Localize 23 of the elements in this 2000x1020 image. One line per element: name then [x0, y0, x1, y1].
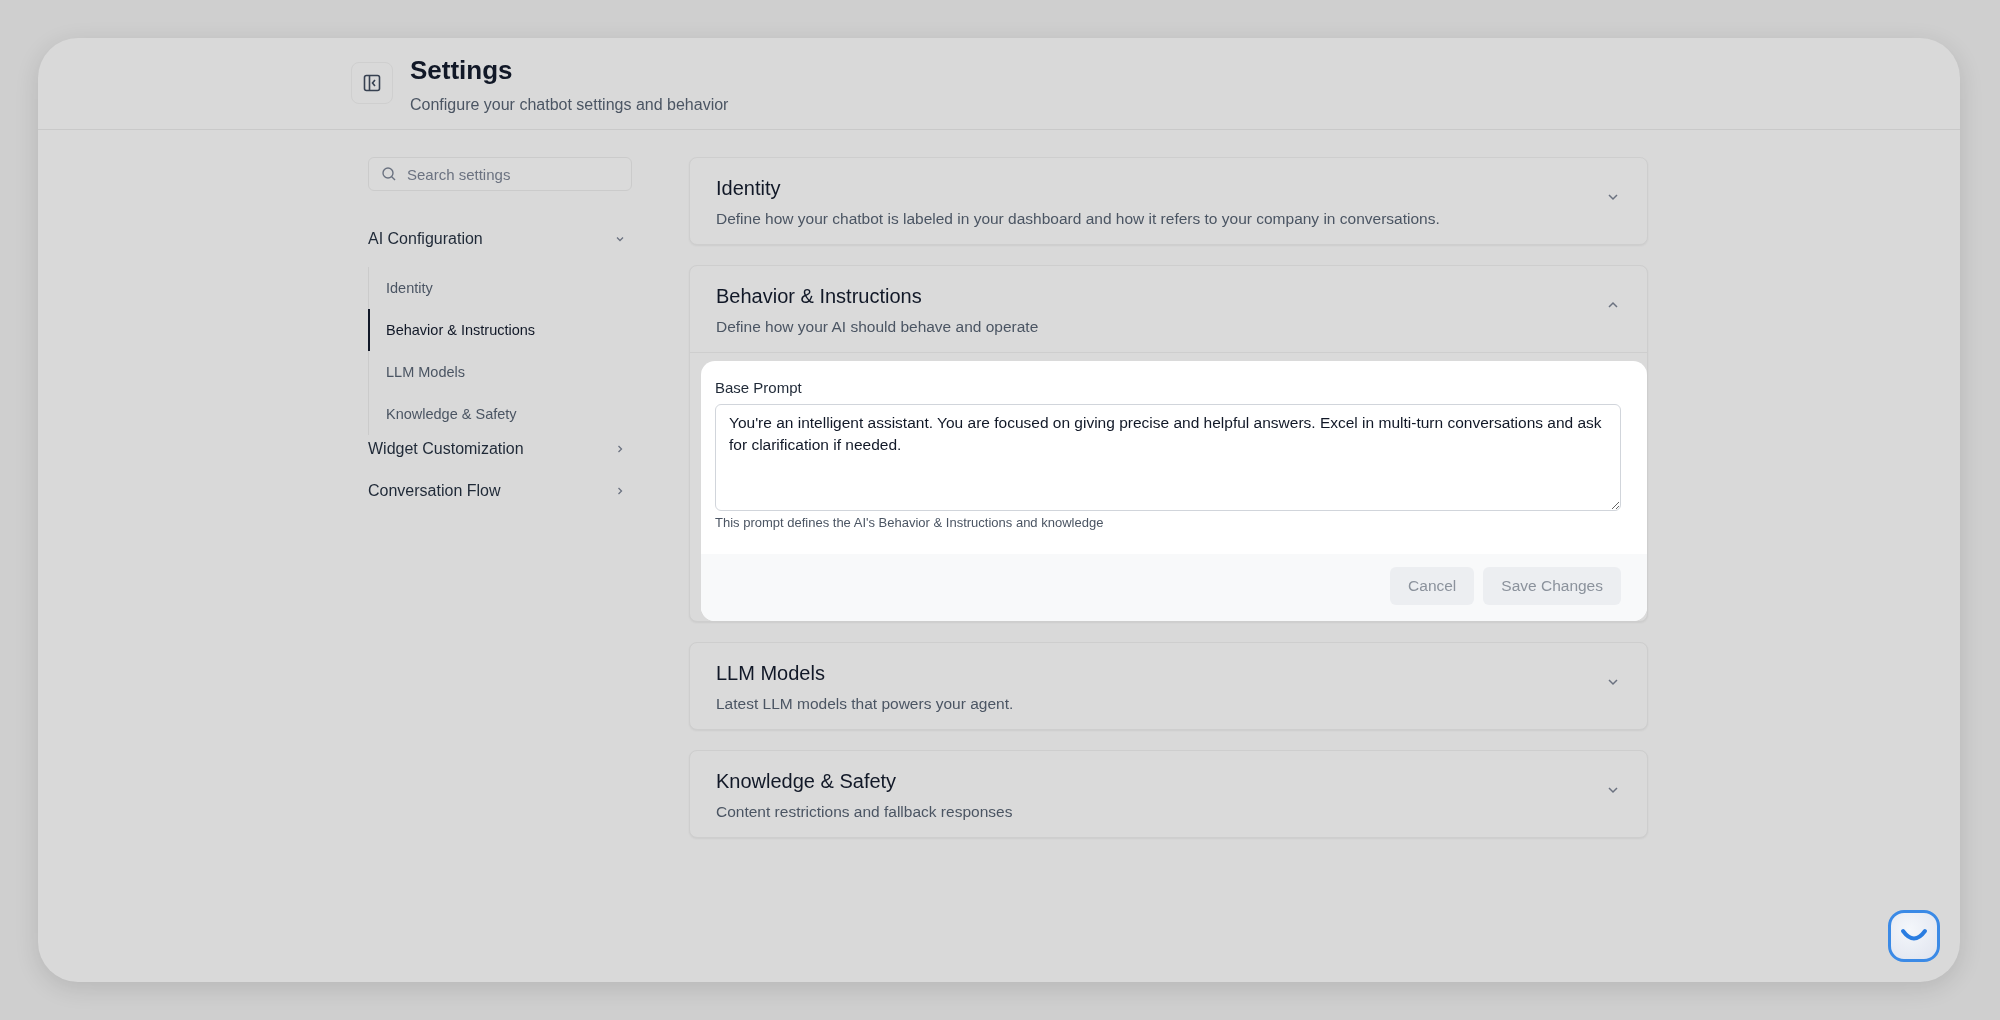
- field-help-text: This prompt defines the AI's Behavior & Instructions and knowledge: [715, 515, 1105, 530]
- section-description: Latest LLM models that powers your agent.: [716, 695, 1014, 713]
- field-label: Base Prompt: [715, 379, 803, 396]
- sidebar-collapse-icon: [362, 73, 382, 93]
- sidebar-item[interactable]: Behavior & Instructions: [368, 309, 632, 351]
- search-icon: [381, 166, 397, 182]
- sidebar-item[interactable]: LLM Models: [368, 351, 632, 393]
- section-description: Define how your chatbot is labeled in your dashboard and how it refers to your company in conversations.: [716, 210, 1440, 228]
- prompt-textarea[interactable]: You're an intelligent assistant. You are focused on giving precise and helpful answers. Excel in multi-turn conversations and ask for clarification if needed.: [715, 404, 1621, 511]
- sidebar-item[interactable]: Identity: [368, 267, 632, 309]
- section-description: Content restrictions and fallback responses: [716, 803, 1013, 821]
- sidebar-group[interactable]: Conversation Flow: [368, 471, 632, 511]
- section-description: Define how your AI should behave and operate: [716, 318, 1039, 336]
- section-title: Knowledge & Safety: [716, 770, 898, 793]
- chat-launcher-button[interactable]: [1888, 910, 1940, 962]
- section-title: Identity: [716, 177, 782, 200]
- search-field[interactable]: Search settings: [368, 157, 632, 191]
- sidebar-group[interactable]: AI Configuration: [368, 219, 632, 259]
- sidebar-toggle-button[interactable]: [351, 62, 393, 104]
- page-subtitle: Configure your chatbot settings and behavior: [410, 96, 729, 114]
- page-title: Settings: [410, 55, 514, 86]
- section-title: Behavior & Instructions: [716, 285, 923, 308]
- section-title: LLM Models: [716, 662, 826, 685]
